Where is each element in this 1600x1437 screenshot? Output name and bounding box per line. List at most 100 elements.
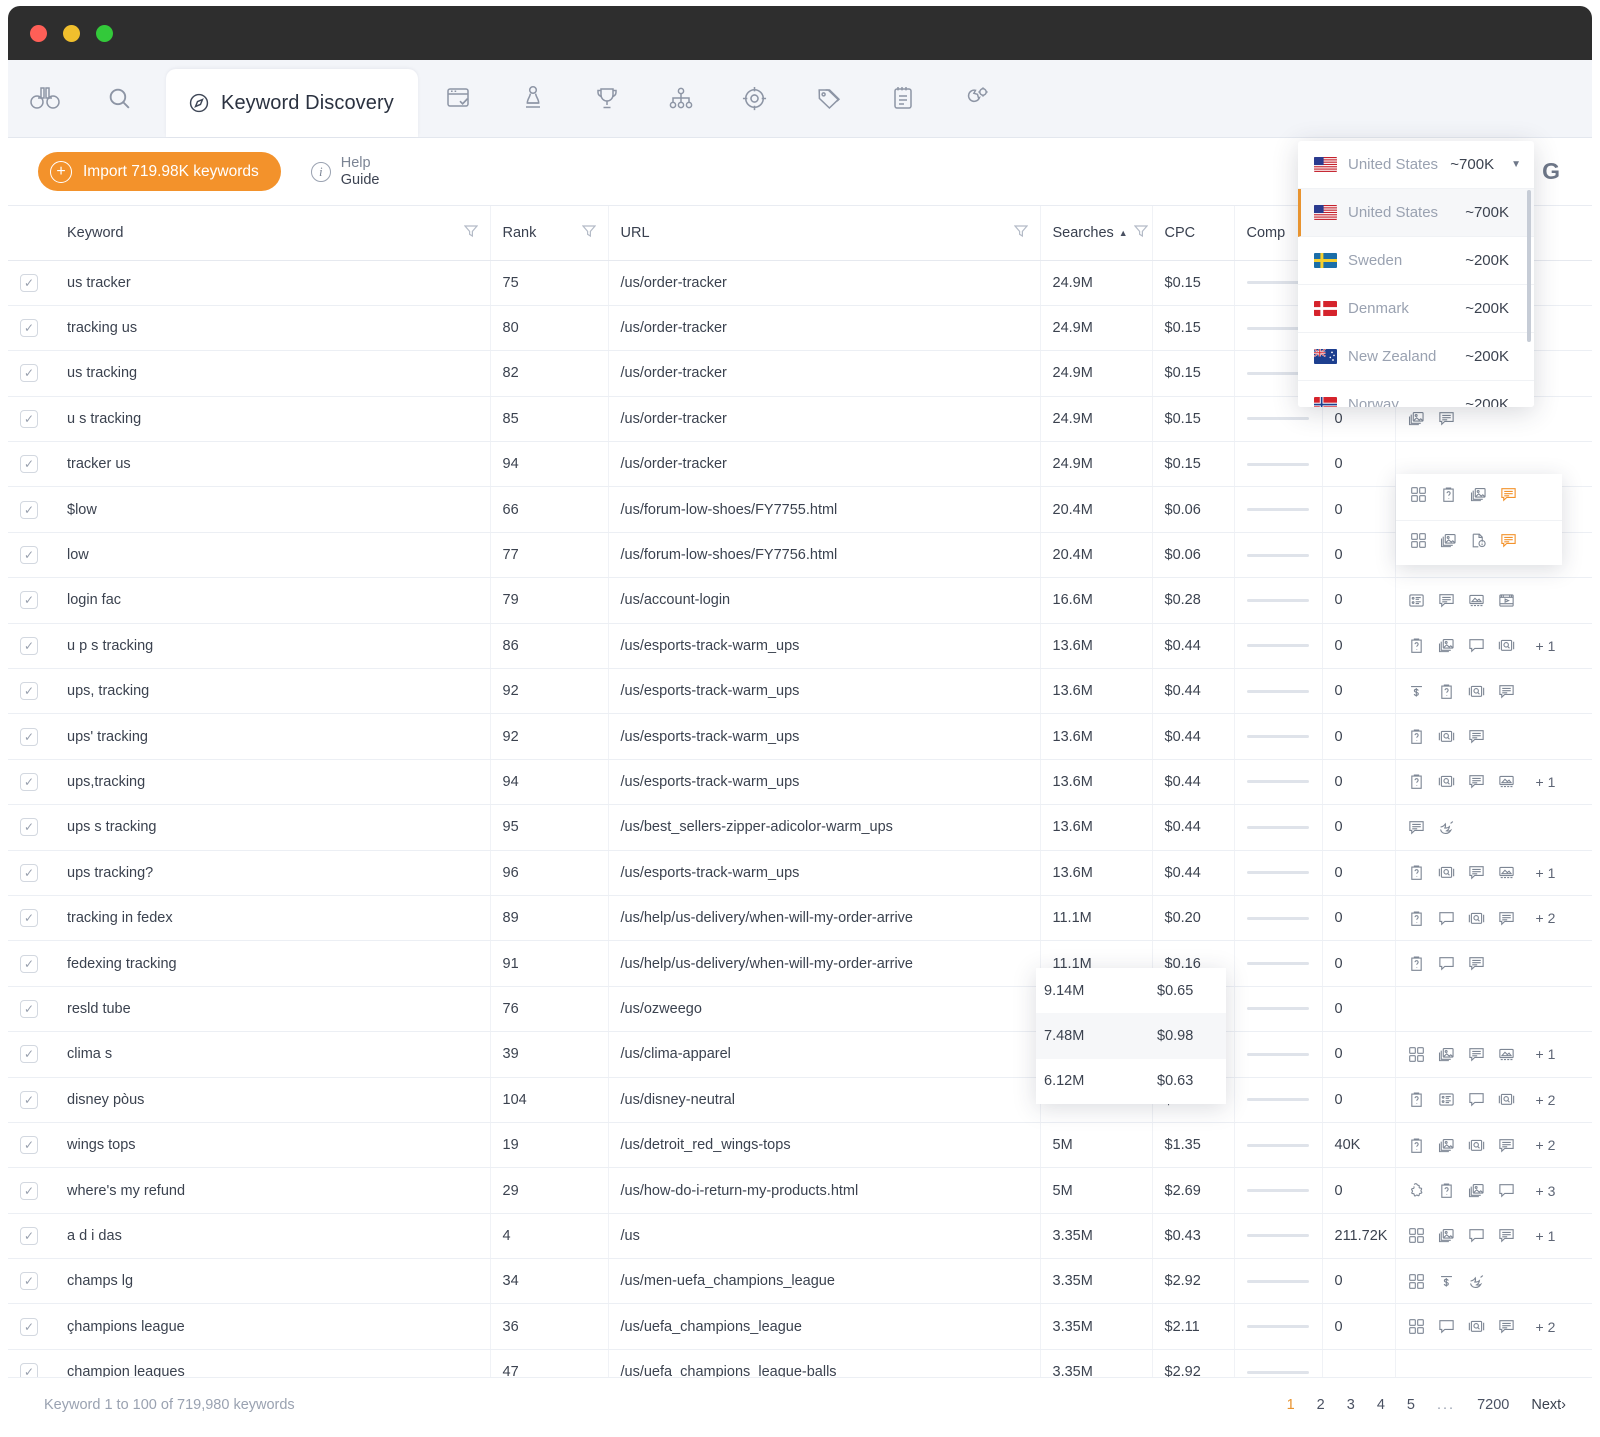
comment-icon[interactable] (1438, 1318, 1455, 1335)
close-window-button[interactable] (30, 24, 47, 42)
table-row[interactable]: ✓ low 77/us/forum-low-shoes/FY7756.html 20.… (8, 532, 1592, 579)
cell-url[interactable]: /us/order-tracker (607, 350, 1040, 397)
cell-keyword[interactable]: tracker us (55, 441, 490, 488)
table-row[interactable]: ✓ u p s tracking 86/us/esports-track-warm_… (8, 623, 1592, 670)
chess-pawn-icon[interactable] (496, 59, 570, 137)
snippet-icon-orange[interactable] (1500, 486, 1517, 508)
search-icon[interactable] (82, 59, 156, 137)
row-checkbox[interactable]: ✓ (20, 455, 38, 474)
cell-keyword[interactable]: u s tracking (55, 396, 490, 443)
more-features-badge[interactable]: + 1 (1536, 1046, 1556, 1062)
country-selector-dropdown[interactable]: United States ~700K ▼ United States ~700K… (1298, 141, 1534, 407)
row-checkbox-cell[interactable]: ✓ (8, 804, 55, 851)
image-search-icon[interactable] (1498, 1091, 1515, 1108)
filter-icon-rank[interactable] (581, 224, 596, 242)
dropdown-scrollbar[interactable] (1527, 190, 1531, 342)
grid-icon[interactable] (1408, 1227, 1425, 1244)
paa-icon[interactable] (1408, 910, 1425, 927)
row-checkbox-cell[interactable]: ✓ (8, 260, 55, 306)
cell-url[interactable]: /us/how-do-i-return-my-products.html (607, 1167, 1040, 1214)
table-row[interactable]: ✓ ups tracking? 96/us/esports-track-warm_u… (8, 850, 1592, 896)
paa-icon[interactable] (1440, 486, 1457, 508)
table-row[interactable]: ✓ login fac 79/us/account-login 16.6M $0.28 0 (8, 577, 1592, 624)
comment-icon[interactable] (1468, 1227, 1485, 1244)
pagination-next-button[interactable]: Next› (1531, 1397, 1566, 1413)
cell-keyword[interactable]: çhampions league (55, 1303, 490, 1350)
comment-icon[interactable] (1438, 910, 1455, 927)
cell-keyword[interactable]: disney pòus (55, 1077, 490, 1123)
news-icon[interactable] (1498, 1046, 1515, 1063)
more-features-badge[interactable]: + 2 (1536, 910, 1556, 926)
cell-keyword[interactable]: u p s tracking (55, 623, 490, 670)
pagination-page-1[interactable]: 1 (1287, 1397, 1295, 1413)
country-option-us[interactable]: United States ~700K (1298, 189, 1534, 237)
more-features-badge[interactable]: + 1 (1536, 638, 1556, 654)
cell-url[interactable]: /us/forum-low-shoes/FY7755.html (607, 486, 1040, 533)
cell-keyword[interactable]: ups' tracking (55, 713, 490, 760)
cell-url[interactable]: /us/order-tracker (607, 396, 1040, 443)
images-stack-icon[interactable] (1440, 532, 1457, 554)
cell-keyword[interactable]: us tracking (55, 350, 490, 397)
images-stack-icon[interactable] (1468, 1182, 1485, 1199)
image-search-icon[interactable] (1468, 683, 1485, 700)
grid-icon[interactable] (1408, 1318, 1425, 1335)
row-checkbox[interactable]: ✓ (20, 409, 38, 428)
country-option-se[interactable]: Sweden ~200K (1298, 237, 1534, 285)
image-search-icon[interactable] (1438, 864, 1455, 881)
filter-icon-keyword[interactable] (463, 224, 478, 242)
row-checkbox[interactable]: ✓ (20, 1226, 38, 1245)
puzzle-icon[interactable] (1408, 1182, 1425, 1199)
cell-keyword[interactable]: a d i das (55, 1213, 490, 1260)
tab-keyword-discovery[interactable]: Keyword Discovery (166, 69, 418, 137)
paa-icon[interactable] (1408, 1091, 1425, 1108)
images-stack-icon[interactable] (1438, 1137, 1455, 1154)
select-all-header[interactable] (8, 206, 55, 261)
row-checkbox[interactable]: ✓ (20, 999, 38, 1018)
row-checkbox-cell[interactable]: ✓ (8, 759, 55, 806)
row-checkbox[interactable]: ✓ (20, 636, 38, 655)
table-row[interactable]: ✓ a d i das 4/us 3.35M $0.43 211.72K + 1 (8, 1213, 1592, 1260)
cell-url[interactable]: /us/esports-track-warm_ups (607, 713, 1040, 760)
paa-icon[interactable] (1408, 728, 1425, 745)
table-row[interactable]: ✓ ups,tracking 94/us/esports-track-warm_up… (8, 759, 1592, 806)
cell-url[interactable]: /us/esports-track-warm_ups (607, 623, 1040, 670)
row-checkbox-cell[interactable]: ✓ (8, 668, 55, 715)
row-checkbox-cell[interactable]: ✓ (8, 1258, 55, 1305)
snippet-icon[interactable] (1468, 864, 1485, 881)
paa-icon[interactable] (1408, 1137, 1425, 1154)
table-row[interactable]: ✓ wings tops 19/us/detroit_red_wings-tops 5… (8, 1122, 1592, 1169)
more-features-badge[interactable]: + 3 (1536, 1183, 1556, 1199)
snippet-icon[interactable] (1408, 819, 1425, 836)
grid-icon[interactable] (1410, 532, 1427, 554)
table-row[interactable]: ✓ çhampions league 36/us/uefa_champions_le… (8, 1303, 1592, 1350)
cell-keyword[interactable]: ups tracking? (55, 850, 490, 896)
more-features-badge[interactable]: + 1 (1536, 774, 1556, 790)
cell-keyword[interactable]: fedexing tracking (55, 940, 490, 987)
cell-keyword[interactable]: champs lg (55, 1258, 490, 1305)
paa-icon[interactable] (1408, 637, 1425, 654)
cell-url[interactable]: /us/help/us-delivery/when-will-my-order-… (607, 895, 1040, 942)
maximize-window-button[interactable] (96, 24, 113, 42)
snippet-icon-orange[interactable] (1500, 532, 1517, 554)
help-guide-link[interactable]: i Help Guide (310, 155, 379, 188)
row-checkbox-cell[interactable]: ✓ (8, 895, 55, 942)
cell-keyword[interactable]: us tracker (55, 260, 490, 306)
cell-url[interactable]: /us/uefa_champions_league (607, 1303, 1040, 1350)
cell-url[interactable]: /us/disney-neutral (607, 1077, 1040, 1123)
sort-ascending-icon[interactable]: ▲ (1119, 228, 1128, 238)
snippet-icon[interactable] (1498, 1227, 1515, 1244)
grid-icon[interactable] (1408, 1046, 1425, 1063)
cell-url[interactable]: /us/best_sellers-zipper-adicolor-warm_up… (607, 804, 1040, 851)
cell-url[interactable]: /us/account-login (607, 577, 1040, 624)
bird-icon[interactable] (1438, 819, 1455, 836)
snippet-icon[interactable] (1468, 728, 1485, 745)
row-checkbox[interactable]: ✓ (20, 909, 38, 928)
cell-keyword[interactable]: ups s tracking (55, 804, 490, 851)
row-checkbox-cell[interactable]: ✓ (8, 713, 55, 760)
comment-icon[interactable] (1438, 955, 1455, 972)
doc-info-icon[interactable] (1470, 532, 1487, 554)
row-checkbox-cell[interactable]: ✓ (8, 1122, 55, 1169)
table-row[interactable]: ✓ champion leagues 47/us/uefa_champions_le… (8, 1349, 1592, 1377)
row-checkbox-cell[interactable]: ✓ (8, 940, 55, 987)
cell-url[interactable]: /us/ozweego (607, 986, 1040, 1033)
